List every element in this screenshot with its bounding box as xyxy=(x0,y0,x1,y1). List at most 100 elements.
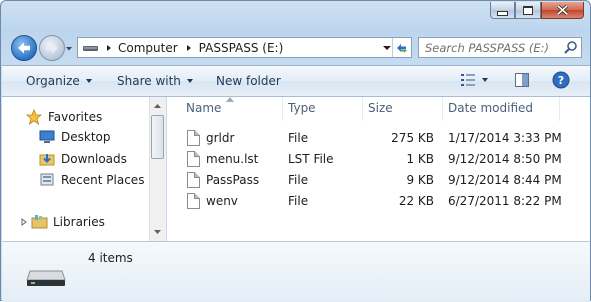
file-size: 275 KB xyxy=(391,131,434,145)
breadcrumb-computer[interactable]: Computer xyxy=(118,41,178,55)
item-count: 4 items xyxy=(88,251,133,265)
file-name: wenv xyxy=(206,194,238,208)
refresh-button[interactable] xyxy=(392,38,411,57)
minimize-button[interactable] xyxy=(490,2,515,19)
file-date: 6/27/2011 8:22 PM xyxy=(448,194,562,208)
details-pane: 4 items xyxy=(2,241,590,302)
maximize-button[interactable] xyxy=(515,2,541,19)
explorer-window: Computer PASSPASS (E:) Search PASSPASS (… xyxy=(0,0,591,302)
file-icon xyxy=(187,172,200,188)
search-icon[interactable] xyxy=(563,40,578,55)
file-row[interactable]: menu.lst LST File 1 KB 9/12/2014 8:50 PM xyxy=(167,149,587,170)
navigation-scrollbar[interactable] xyxy=(149,97,166,241)
column-divider[interactable] xyxy=(442,97,443,121)
back-button[interactable] xyxy=(11,35,37,61)
file-size: 1 KB xyxy=(406,152,434,166)
forward-arrow-icon xyxy=(46,42,58,54)
views-icon xyxy=(461,74,475,86)
nav-favorites[interactable]: Favorites xyxy=(26,109,102,125)
file-list: Name Type Size Date modified grldr File … xyxy=(167,97,590,241)
file-row[interactable]: wenv File 22 KB 6/27/2011 8:22 PM xyxy=(167,191,587,212)
nav-downloads[interactable]: Downloads xyxy=(39,151,127,167)
recent-pages-dropdown-icon[interactable] xyxy=(65,43,73,53)
new-folder-button[interactable]: New folder xyxy=(216,74,281,88)
column-size[interactable]: Size xyxy=(368,101,393,115)
new-folder-label: New folder xyxy=(216,74,281,88)
nav-recent-places-label: Recent Places xyxy=(61,173,145,187)
column-date-modified[interactable]: Date modified xyxy=(448,101,533,115)
caption-buttons xyxy=(490,2,584,19)
nav-desktop-label: Desktop xyxy=(61,130,111,144)
expand-arrow-icon[interactable] xyxy=(20,217,28,226)
file-icon xyxy=(187,193,200,209)
file-name: menu.lst xyxy=(206,152,259,166)
scroll-down-icon[interactable] xyxy=(150,226,165,238)
share-with-button[interactable]: Share with xyxy=(117,74,193,88)
file-type: File xyxy=(288,194,309,208)
maximize-icon xyxy=(523,5,533,15)
scroll-thumb[interactable] xyxy=(151,115,164,159)
breadcrumb-drive[interactable]: PASSPASS (E:) xyxy=(199,41,284,55)
libraries-icon xyxy=(31,215,48,229)
file-type: LST File xyxy=(288,152,334,166)
downloads-folder-icon xyxy=(39,154,55,166)
breadcrumb-separator-icon[interactable] xyxy=(184,43,194,53)
file-size: 9 KB xyxy=(406,173,434,187)
chevron-down-icon xyxy=(85,79,92,83)
nav-libraries-label: Libraries xyxy=(53,214,105,229)
file-icon xyxy=(187,130,200,146)
minimize-icon xyxy=(497,10,508,16)
file-date: 9/12/2014 8:50 PM xyxy=(448,152,562,166)
chevron-down-icon xyxy=(383,45,391,50)
chevron-down-icon xyxy=(186,79,193,83)
file-row[interactable]: PassPass File 9 KB 9/12/2014 8:44 PM xyxy=(167,170,587,191)
search-placeholder[interactable]: Search PASSPASS (E:) xyxy=(425,41,549,55)
preview-pane-icon xyxy=(515,73,529,87)
nav-desktop[interactable]: Desktop xyxy=(39,130,111,144)
file-date: 1/17/2014 3:33 PM xyxy=(448,131,562,145)
file-icon xyxy=(187,151,200,167)
svg-text:?: ? xyxy=(558,74,564,87)
close-button[interactable] xyxy=(541,2,584,19)
share-with-label: Share with xyxy=(117,74,181,88)
computer-drive-icon xyxy=(83,45,98,51)
file-row[interactable]: grldr File 275 KB 1/17/2014 3:33 PM xyxy=(167,128,587,149)
preview-pane-button[interactable] xyxy=(514,72,530,88)
chevron-down-icon xyxy=(482,78,488,82)
navigation-pane: Favorites Desktop Downloads Recent Place… xyxy=(2,97,149,241)
address-bar[interactable]: Computer PASSPASS (E:) xyxy=(77,37,412,58)
back-arrow-icon xyxy=(18,42,30,54)
nav-favorites-label: Favorites xyxy=(48,110,103,124)
file-date: 9/12/2014 8:44 PM xyxy=(448,173,562,187)
scroll-up-icon[interactable] xyxy=(150,100,165,112)
nav-recent-places[interactable]: Recent Places xyxy=(39,172,144,188)
column-divider[interactable] xyxy=(559,97,560,121)
file-type: File xyxy=(288,131,309,145)
sort-ascending-icon xyxy=(226,97,234,102)
help-button[interactable]: ? xyxy=(552,71,570,89)
column-type[interactable]: Type xyxy=(288,101,316,115)
file-name: grldr xyxy=(206,131,235,145)
column-divider[interactable] xyxy=(282,97,283,121)
change-view-button[interactable] xyxy=(460,73,488,87)
help-icon: ? xyxy=(552,71,570,89)
organize-label: Organize xyxy=(26,74,80,88)
organize-button[interactable]: Organize xyxy=(26,74,92,88)
command-bar: Organize Share with New folder ? xyxy=(2,65,590,97)
close-icon xyxy=(557,5,568,15)
nav-libraries[interactable]: Libraries xyxy=(20,214,105,229)
file-type: File xyxy=(288,173,309,187)
nav-downloads-label: Downloads xyxy=(61,152,127,166)
search-box[interactable]: Search PASSPASS (E:) xyxy=(418,37,582,58)
file-name: PassPass xyxy=(206,173,260,187)
removable-drive-icon xyxy=(26,270,66,286)
column-name[interactable]: Name xyxy=(186,101,221,115)
star-icon xyxy=(26,109,42,125)
refresh-icon xyxy=(397,43,407,53)
breadcrumb-separator-icon xyxy=(107,44,111,51)
recent-places-icon xyxy=(40,173,54,186)
file-size: 22 KB xyxy=(398,194,434,208)
forward-button[interactable] xyxy=(39,35,65,61)
column-divider[interactable] xyxy=(362,97,363,121)
desktop-icon xyxy=(39,130,55,143)
